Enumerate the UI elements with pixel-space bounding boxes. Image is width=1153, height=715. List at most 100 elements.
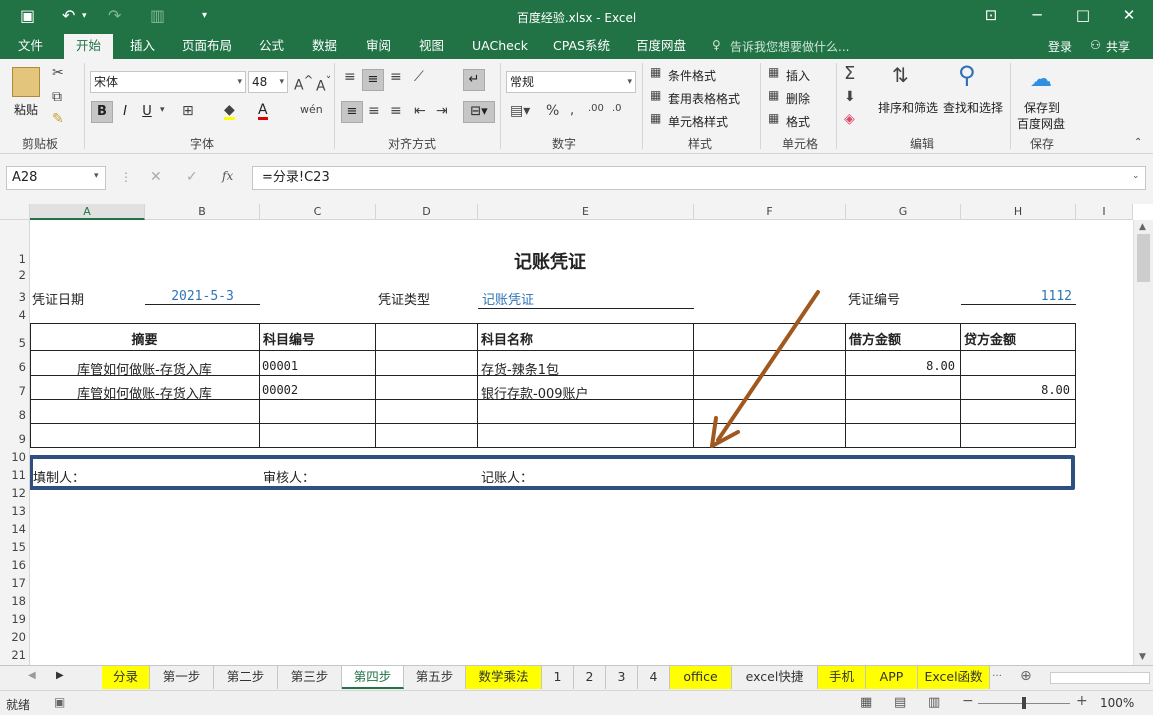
- page-break-view-icon[interactable]: ▥: [928, 695, 940, 710]
- horizontal-scrollbar[interactable]: [1050, 672, 1150, 684]
- align-left-icon[interactable]: ≡: [341, 101, 363, 123]
- formula-input[interactable]: =分录!C23: [252, 166, 1146, 190]
- save-to-baidu-button[interactable]: 百度网盘: [1017, 115, 1065, 132]
- tab-baidu-pan[interactable]: 百度网盘: [624, 34, 698, 59]
- row-header[interactable]: 5: [0, 336, 30, 350]
- row-header[interactable]: 7: [0, 384, 30, 398]
- align-top-icon[interactable]: ≡: [344, 69, 356, 85]
- row-header[interactable]: 6: [0, 360, 30, 374]
- percent-icon[interactable]: %: [546, 103, 559, 119]
- sheet-tab[interactable]: 第一步: [150, 666, 214, 689]
- sheet-tab[interactable]: office: [670, 666, 732, 689]
- column-header[interactable]: A: [30, 204, 145, 220]
- macro-record-icon[interactable]: ▣: [54, 695, 65, 709]
- tab-cpas[interactable]: CPAS系统: [541, 34, 622, 59]
- zoom-out-icon[interactable]: −: [962, 693, 974, 709]
- align-center-icon[interactable]: ≡: [368, 103, 380, 119]
- sheet-tab[interactable]: 第三步: [278, 666, 342, 689]
- next-sheet-icon[interactable]: ▶: [56, 670, 64, 681]
- font-color-icon[interactable]: A: [258, 103, 268, 120]
- autosum-icon[interactable]: Σ: [844, 63, 855, 84]
- zoom-slider-thumb[interactable]: [1022, 697, 1026, 709]
- scroll-thumb[interactable]: [1137, 234, 1150, 282]
- increase-indent-icon[interactable]: ⇥: [436, 103, 448, 119]
- comma-icon[interactable]: ,: [570, 103, 574, 118]
- share-button[interactable]: 共享: [1106, 38, 1130, 55]
- sheet-tab[interactable]: excel快捷: [732, 666, 818, 689]
- currency-icon[interactable]: ▤▾: [510, 103, 530, 119]
- row-header[interactable]: 20: [0, 630, 30, 644]
- row-header[interactable]: 17: [0, 576, 30, 590]
- sheet-tab[interactable]: 分录: [102, 666, 150, 689]
- conditional-format-button[interactable]: 条件格式: [668, 67, 716, 84]
- sheet-tab[interactable]: 3: [606, 666, 638, 689]
- underline-button[interactable]: U: [136, 101, 158, 123]
- format-as-table-button[interactable]: 套用表格格式: [668, 90, 740, 107]
- tab-uacheck[interactable]: UACheck: [460, 34, 540, 59]
- column-header[interactable]: F: [694, 204, 846, 220]
- tab-formulas[interactable]: 公式: [247, 34, 296, 59]
- sheet-tab[interactable]: APP: [866, 666, 918, 689]
- minimize-icon[interactable]: ─: [1022, 6, 1052, 24]
- sheet-tab-active[interactable]: 第四步: [342, 666, 404, 689]
- sheet-tab[interactable]: 手机: [818, 666, 866, 689]
- paste-icon[interactable]: [12, 67, 40, 97]
- underline-dropdown-icon[interactable]: ▾: [160, 105, 165, 115]
- zoom-in-icon[interactable]: +: [1076, 693, 1088, 709]
- normal-view-icon[interactable]: ▦: [860, 695, 872, 710]
- find-select-button[interactable]: 查找和选择: [943, 99, 1003, 116]
- collapse-ribbon-icon[interactable]: ⌃: [1134, 137, 1142, 148]
- paste-button[interactable]: 粘贴: [14, 101, 38, 118]
- insert-function-icon[interactable]: fx: [222, 169, 233, 183]
- format-cells-button[interactable]: 格式: [786, 113, 810, 130]
- orientation-icon[interactable]: ⟋: [414, 69, 424, 85]
- borders-icon[interactable]: ⊞: [182, 103, 194, 119]
- decrease-indent-icon[interactable]: ⇤: [414, 103, 426, 119]
- row-header[interactable]: 16: [0, 558, 30, 572]
- row-header[interactable]: 13: [0, 504, 30, 518]
- sheet-tab[interactable]: 1: [542, 666, 574, 689]
- increase-decimal-icon[interactable]: .00: [588, 103, 604, 114]
- tab-view[interactable]: 视图: [407, 34, 456, 59]
- row-header[interactable]: 18: [0, 594, 30, 608]
- tell-me-box[interactable]: 告诉我您想要做什么...: [730, 38, 849, 55]
- tab-file[interactable]: 文件: [6, 34, 55, 59]
- clear-icon[interactable]: ◈: [844, 111, 855, 127]
- row-header[interactable]: 3: [0, 290, 30, 304]
- sheet-tab[interactable]: 第五步: [404, 666, 466, 689]
- row-header[interactable]: 11: [0, 468, 30, 482]
- row-header[interactable]: 12: [0, 486, 30, 500]
- sheet-tab[interactable]: 4: [638, 666, 670, 689]
- fill-color-icon[interactable]: ◆: [224, 103, 235, 120]
- tab-review[interactable]: 审阅: [354, 34, 403, 59]
- bold-button[interactable]: B: [91, 101, 113, 123]
- fill-icon[interactable]: ⬇: [844, 89, 856, 105]
- maximize-icon[interactable]: □: [1068, 6, 1098, 24]
- cancel-icon[interactable]: ✕: [150, 169, 162, 185]
- name-box-dropdown-icon[interactable]: ▾: [94, 171, 99, 181]
- worksheet-grid[interactable]: 记账凭证 凭证日期 2021-5-3 凭证类型 记账凭证 凭证编号 1112 摘…: [30, 220, 1133, 665]
- prev-sheet-icon[interactable]: ◀: [28, 670, 36, 681]
- cut-icon[interactable]: ✂: [52, 65, 64, 81]
- row-header[interactable]: 9: [0, 432, 30, 446]
- scroll-up-icon[interactable]: ▲: [1139, 222, 1146, 232]
- row-header[interactable]: 15: [0, 540, 30, 554]
- align-right-icon[interactable]: ≡: [390, 103, 402, 119]
- row-header[interactable]: 21: [0, 648, 30, 662]
- ribbon-display-icon[interactable]: ⊡: [976, 6, 1006, 24]
- expand-formula-icon[interactable]: ⌄: [1132, 171, 1140, 181]
- row-header[interactable]: 4: [0, 308, 30, 322]
- sheet-tab[interactable]: 2: [574, 666, 606, 689]
- enter-icon[interactable]: ✓: [186, 169, 198, 185]
- row-header[interactable]: 8: [0, 408, 30, 422]
- tab-page-layout[interactable]: 页面布局: [170, 34, 244, 59]
- wrap-text-icon[interactable]: ↵: [463, 69, 485, 91]
- decrease-decimal-icon[interactable]: .0: [612, 103, 622, 114]
- sheet-tab[interactable]: 数学乘法: [466, 666, 542, 689]
- number-format-select[interactable]: 常规 ▾: [506, 71, 636, 93]
- zoom-level[interactable]: 100%: [1100, 696, 1134, 710]
- close-icon[interactable]: ✕: [1114, 6, 1144, 24]
- row-header[interactable]: 1: [0, 252, 30, 266]
- sheet-tab[interactable]: 第二步: [214, 666, 278, 689]
- tab-data[interactable]: 数据: [300, 34, 349, 59]
